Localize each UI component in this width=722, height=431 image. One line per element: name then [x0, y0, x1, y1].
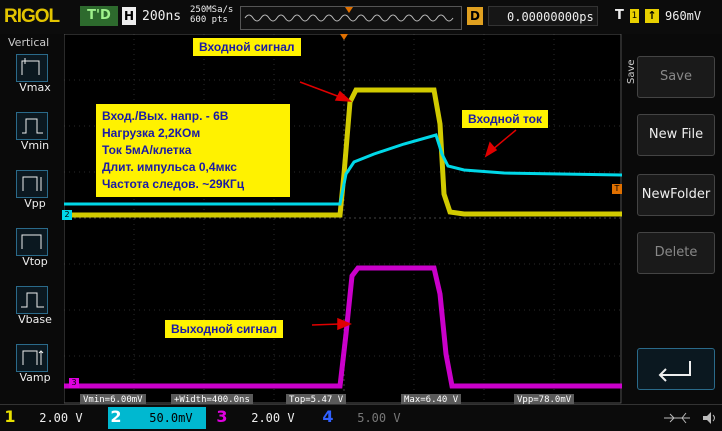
trigger-level[interactable]: 960mV [665, 9, 701, 23]
ch1-number: 1 [4, 407, 16, 426]
vbase-label: Vbase [18, 313, 52, 326]
vmin-icon [16, 112, 48, 140]
waveform-display[interactable]: 2 3 T [62, 33, 623, 404]
info-line: Частота следов. ~29КГц [102, 177, 245, 191]
ch1-scale[interactable]: 1 2.00 V [2, 407, 100, 429]
enter-icon [658, 361, 691, 382]
measure-menu: Vertical Vmax Vmin Vpp Vtop Vbase Vamp [0, 34, 64, 404]
measure-vmin-button[interactable]: Vmin [12, 112, 54, 152]
memory-overview-bar[interactable] [240, 6, 462, 30]
measure-vbase-button[interactable]: Vbase [12, 286, 54, 326]
channel-bar: 1 2.00 V 2 50.0mV 3 2.00 V 4 5.00 V [0, 404, 722, 431]
rising-edge-icon: ↑ [645, 9, 659, 23]
sample-info: 250MSa/s 600 pts [190, 5, 233, 25]
save-menu-title: Save [626, 59, 637, 84]
ch3-scale-value: 2.00 V [251, 411, 295, 425]
ch2-number: 2 [110, 407, 122, 426]
info-line: Нагрузка 2,2КОм [102, 126, 201, 140]
measure-vmax-button[interactable]: Vmax [12, 54, 54, 94]
annotation-input-current: Входной ток [462, 110, 549, 128]
vmax-label: Vmax [19, 81, 51, 94]
vmin-label: Vmin [20, 139, 50, 152]
ch3-scale[interactable]: 3 2.00 V [214, 407, 312, 429]
ch2-ground-marker[interactable]: 2 [62, 210, 72, 220]
new-file-button[interactable]: New File [637, 114, 715, 156]
annotation-info-box: Вход./Вых. напр. - 6В Нагрузка 2,2КОм То… [96, 104, 290, 197]
info-line: Ток 5мА/клетка [102, 143, 192, 157]
ch4-number: 4 [322, 407, 334, 426]
usb-icon [660, 409, 700, 427]
measure-menu-title: Vertical [8, 36, 50, 49]
measure-vtop-button[interactable]: Vtop [12, 228, 54, 268]
ch4-scale[interactable]: 4 5.00 V [320, 407, 418, 429]
vamp-label: Vamp [19, 371, 51, 384]
ch4-scale-value: 5.00 V [357, 411, 401, 425]
new-folder-button[interactable]: NewFolder [637, 174, 715, 216]
vpp-label: Vpp [24, 197, 46, 210]
info-line: Вход./Вых. напр. - 6В [102, 109, 229, 123]
measure-vpp-button[interactable]: Vpp [12, 170, 54, 210]
info-line: Длит. импульса 0,4мкс [102, 160, 237, 174]
vtop-icon [16, 228, 48, 256]
annotation-output-signal: Выходной сигнал [165, 320, 283, 338]
sample-rate: 250MSa/s [190, 5, 234, 15]
speaker-icon [700, 409, 718, 427]
save-button[interactable]: Save [637, 56, 715, 98]
enter-button[interactable] [637, 348, 715, 390]
ch2-scale[interactable]: 2 50.0mV [108, 407, 206, 429]
save-menu: Save Save New File NewFolder Delete [622, 34, 722, 404]
ch3-number: 3 [216, 407, 228, 426]
trigger-position-marker [340, 34, 348, 40]
trigger-channel: 1 [630, 9, 639, 23]
brand-logo: RIGOL [4, 6, 60, 27]
trigger-label: T [615, 8, 624, 23]
ch1-scale-value: 2.00 V [39, 411, 83, 425]
delay-label: D [467, 7, 483, 25]
ch2-scale-value: 50.0mV [149, 411, 193, 425]
vamp-icon [16, 344, 48, 372]
timebase-value[interactable]: 200ns [142, 9, 181, 24]
status-bar: RIGOL T'D H 200ns 250MSa/s 600 pts D 0.0… [0, 0, 722, 34]
waveform-canvas [63, 33, 623, 404]
trigger-level-marker[interactable]: T [612, 184, 622, 194]
horizontal-label: H [122, 7, 136, 25]
vpp-icon [16, 170, 48, 198]
memory-overview-wave [244, 7, 454, 22]
delay-value[interactable]: 0.00000000ps [488, 6, 598, 26]
vtop-label: Vtop [22, 255, 48, 268]
vmax-icon [16, 54, 48, 82]
delete-button[interactable]: Delete [637, 232, 715, 274]
trigger-status-badge[interactable]: T'D [80, 6, 118, 26]
vbase-icon [16, 286, 48, 314]
ch3-ground-marker[interactable]: 3 [69, 378, 79, 388]
memory-depth: 600 pts [190, 15, 228, 25]
annotation-input-signal: Входной сигнал [193, 38, 301, 56]
measure-vamp-button[interactable]: Vamp [12, 344, 54, 384]
